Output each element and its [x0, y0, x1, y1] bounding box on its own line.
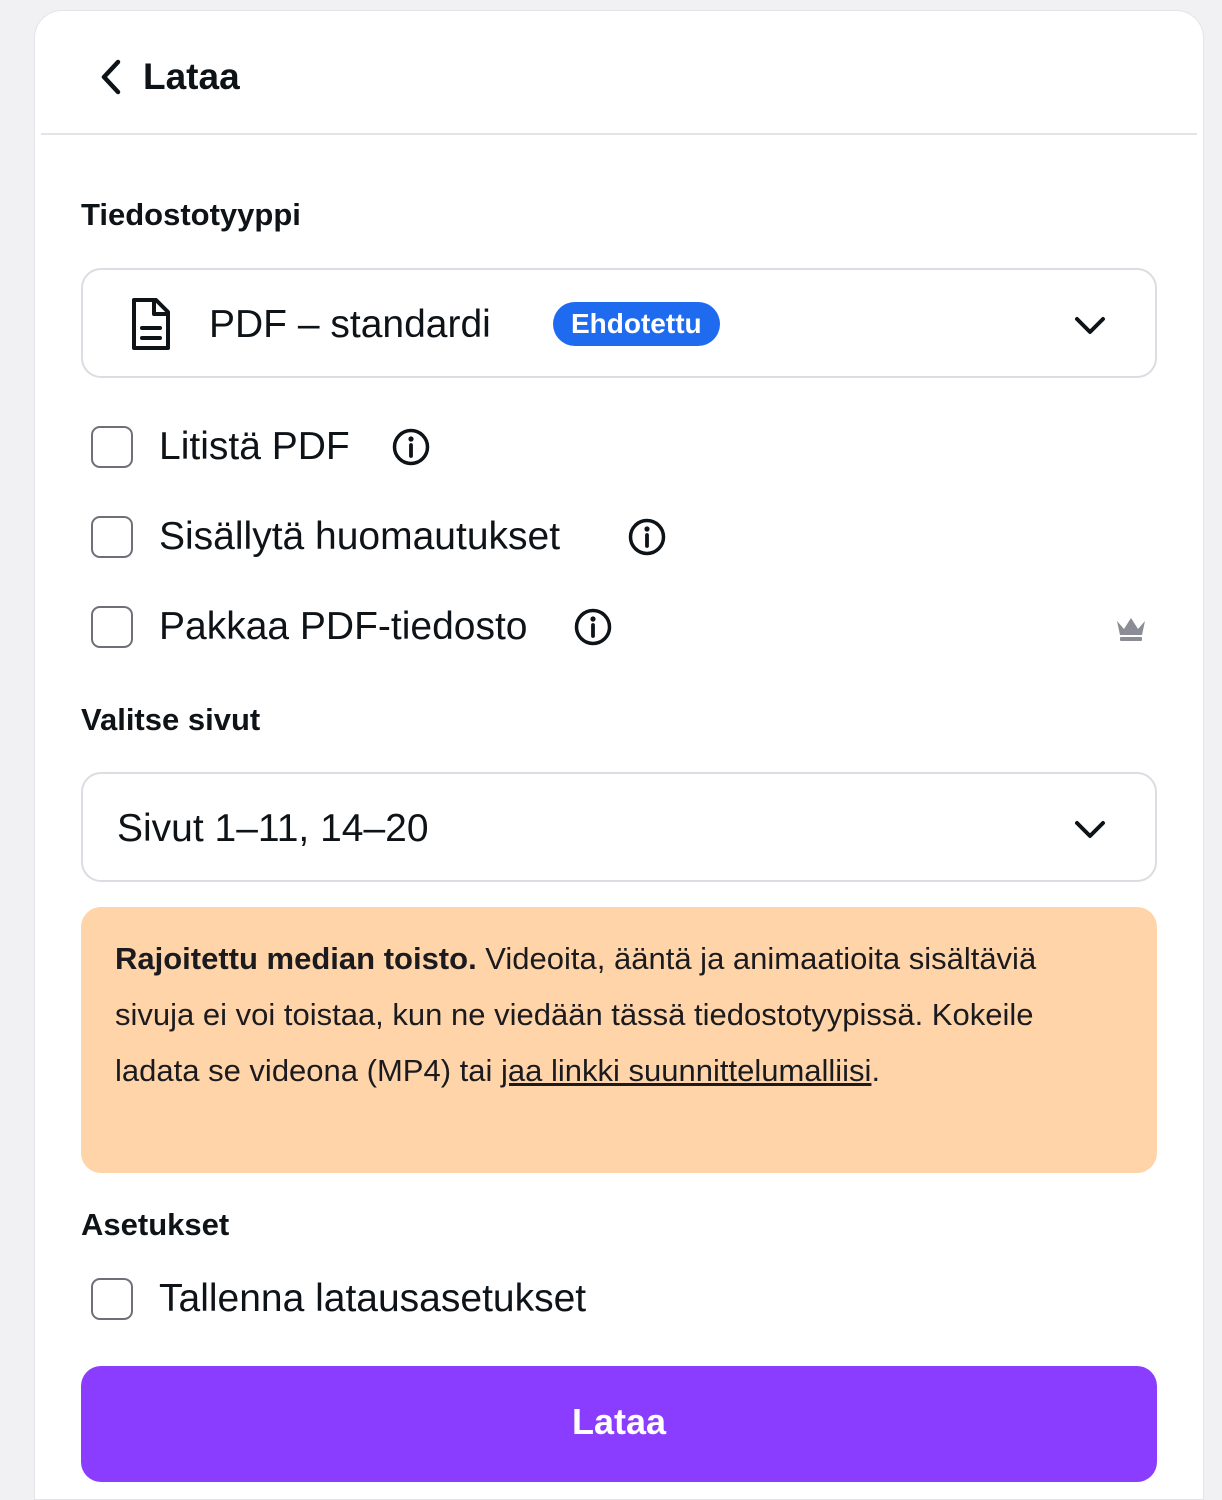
file-type-select[interactable]: PDF – standardi Ehdotettu [81, 268, 1157, 378]
share-link[interactable]: jaa linkki suunnittelumalliisi [501, 1053, 871, 1088]
info-icon[interactable] [573, 607, 613, 647]
download-button[interactable]: Lataa [81, 1366, 1157, 1482]
notice-end: . [871, 1053, 881, 1088]
chevron-left-icon [101, 59, 121, 95]
file-type-label: Tiedostotyyppi [81, 197, 301, 232]
flatten-pdf-checkbox[interactable] [91, 426, 133, 468]
pages-select[interactable]: Sivut 1–11, 14–20 [81, 772, 1157, 882]
crown-icon [1117, 618, 1145, 641]
settings-label: Asetukset [81, 1207, 230, 1242]
media-playback-notice: Rajoitettu median toisto. Videoita, äänt… [81, 907, 1157, 1173]
chevron-down-icon [1075, 821, 1105, 838]
option-save-settings: Tallenna latausasetukset [91, 1277, 1153, 1325]
option-include-notes: Sisällytä huomautukset [91, 515, 1153, 563]
include-notes-checkbox[interactable] [91, 516, 133, 558]
save-settings-label: Tallenna latausasetukset [159, 1277, 587, 1320]
back-button[interactable] [93, 55, 129, 99]
chevron-down-icon [1075, 317, 1105, 334]
compress-pdf-checkbox[interactable] [91, 606, 133, 648]
pages-value: Sivut 1–11, 14–20 [117, 807, 429, 850]
option-flatten-pdf: Litistä PDF [91, 425, 1153, 473]
suggested-badge: Ehdotettu [553, 302, 720, 346]
notice-title: Rajoitettu median toisto. [115, 941, 477, 976]
info-icon[interactable] [627, 517, 667, 557]
option-compress-pdf: Pakkaa PDF-tiedosto [91, 605, 1153, 653]
panel-header: Lataa [41, 11, 1197, 135]
info-icon[interactable] [391, 427, 431, 467]
include-notes-label: Sisällytä huomautukset [159, 515, 561, 558]
download-panel: Lataa Tiedostotyyppi PDF – standardi Ehd… [34, 10, 1204, 1500]
select-pages-label: Valitse sivut [81, 702, 261, 737]
save-settings-checkbox[interactable] [91, 1278, 133, 1320]
panel-title: Lataa [143, 56, 240, 97]
flatten-pdf-label: Litistä PDF [159, 425, 350, 468]
document-icon [132, 298, 170, 350]
compress-pdf-label: Pakkaa PDF-tiedosto [159, 605, 528, 648]
file-type-value: PDF – standardi [209, 303, 491, 346]
